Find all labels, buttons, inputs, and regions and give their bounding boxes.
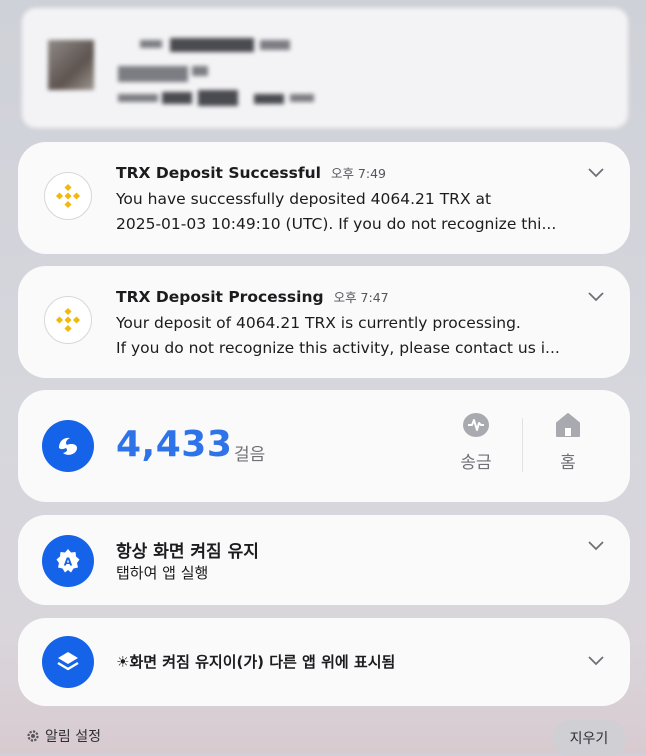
notification-title: ☀화면 켜짐 유지이(가) 다른 앱 위에 표시됨: [116, 653, 396, 671]
binance-logo-icon: [44, 296, 92, 344]
redacted-text: [290, 94, 314, 102]
redacted-text: [260, 40, 290, 50]
notification-title: TRX Deposit Processing 오후 7:47: [116, 287, 389, 306]
notification-settings-label: 알림 설정: [45, 729, 101, 745]
steps-unit: 걸음: [234, 445, 266, 465]
home-icon: [556, 413, 580, 437]
redacted-text: [198, 90, 238, 106]
send-money-icon: [463, 413, 489, 437]
home-label: 홈: [560, 453, 576, 473]
notification-body-line: If you do not recognize this activity, p…: [116, 339, 560, 357]
chevron-down-icon[interactable]: [588, 168, 604, 178]
layers-icon: [42, 636, 94, 688]
binance-logo-icon: [44, 172, 92, 220]
notification-overlay[interactable]: ☀화면 켜짐 유지이(가) 다른 앱 위에 표시됨: [18, 618, 630, 706]
gear-icon: [27, 730, 39, 742]
redacted-notification[interactable]: [22, 8, 628, 128]
toss-logo-icon: [42, 420, 94, 472]
notification-title: TRX Deposit Successful 오후 7:49: [116, 163, 386, 182]
notification-time: 오후 7:49: [330, 166, 386, 181]
notification-title-text: TRX Deposit Processing: [116, 288, 324, 306]
notification-time: 오후 7:47: [333, 290, 389, 305]
send-money-label: 송금: [460, 453, 492, 473]
notification-body: Your deposit of 4064.21 TRX is currently…: [116, 311, 586, 361]
avatar: [48, 40, 94, 90]
notification-body-line: Your deposit of 4064.21 TRX is currently…: [116, 314, 521, 332]
notification-body-line: You have successfully deposited 4064.21 …: [116, 190, 492, 208]
divider: [522, 418, 523, 472]
steps-count: 4,433: [116, 424, 233, 465]
notification-settings-button[interactable]: 알림 설정: [26, 726, 101, 746]
notification-keep-screen-on[interactable]: A 항상 화면 켜짐 유지 탭하여 앱 실행: [18, 515, 630, 605]
home-button[interactable]: 홈: [543, 412, 593, 473]
notification-title-text: TRX Deposit Successful: [116, 164, 321, 182]
notification-subtitle: 탭하여 앱 실행: [116, 564, 209, 582]
redacted-text: [162, 92, 192, 104]
notification-body-line: 2025-01-03 10:49:10 (UTC). If you do not…: [116, 215, 557, 233]
notification-deposit-processing[interactable]: TRX Deposit Processing 오후 7:47 Your depos…: [18, 266, 630, 378]
chevron-down-icon[interactable]: [588, 541, 604, 551]
chevron-down-icon[interactable]: [588, 656, 604, 666]
send-money-button[interactable]: 송금: [451, 412, 501, 473]
keep-screen-app-icon: A: [42, 535, 94, 587]
redacted-text: [192, 66, 208, 76]
notification-title: 항상 화면 켜짐 유지: [116, 542, 259, 562]
redacted-text: [118, 66, 188, 82]
redacted-text: [118, 94, 158, 102]
redacted-text: [170, 38, 254, 52]
notification-body: You have successfully deposited 4064.21 …: [116, 187, 586, 237]
chevron-down-icon[interactable]: [588, 292, 604, 302]
redacted-text: [254, 94, 284, 104]
redacted-text: [140, 40, 162, 48]
notification-deposit-successful[interactable]: TRX Deposit Successful 오후 7:49 You have s…: [18, 142, 630, 254]
steps-widget[interactable]: 4,433 걸음 송금 홈: [18, 390, 630, 502]
svg-text:A: A: [64, 556, 73, 569]
clear-button[interactable]: 지우기: [552, 720, 626, 756]
